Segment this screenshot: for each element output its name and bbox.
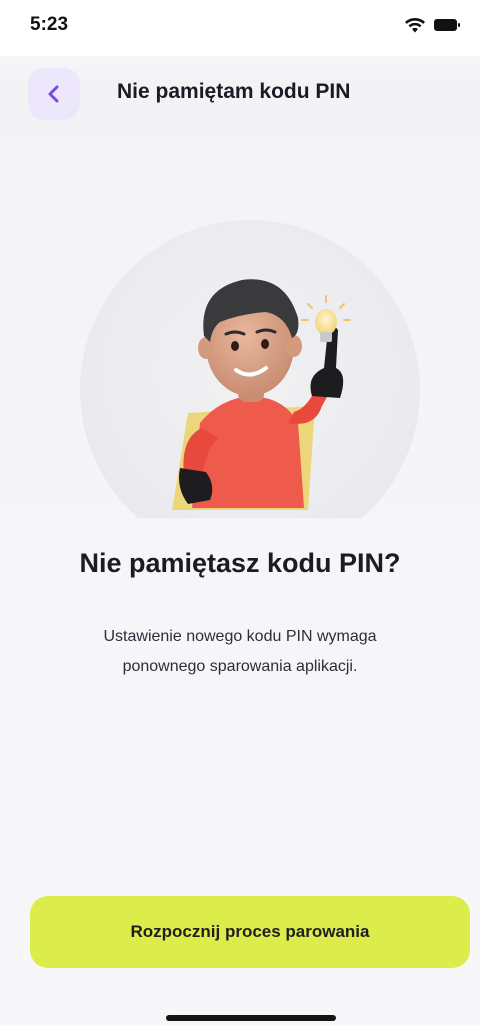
- page-title: Nie pamiętam kodu PIN: [117, 80, 351, 103]
- battery-icon: [434, 19, 460, 31]
- status-time: 5:23: [30, 14, 69, 35]
- screen: 5:23 Nie pamiętam kodu PIN Nie pamiętasz…: [0, 0, 480, 1025]
- character-illustration: [80, 220, 420, 518]
- wifi-icon: [405, 18, 425, 33]
- nav-bar: Nie pamiętam kodu PIN: [0, 56, 480, 132]
- status-bar: 5:23: [0, 0, 480, 56]
- headline: Nie pamiętasz kodu PIN?: [79, 548, 401, 578]
- back-button[interactable]: [28, 68, 80, 120]
- description-line-2: ponownego sparowania aplikacji.: [122, 658, 358, 675]
- start-pairing-button[interactable]: Rozpocznij proces parowania: [30, 896, 470, 968]
- home-indicator: [166, 1015, 336, 1021]
- chevron-left-icon: [48, 85, 59, 103]
- description-line-1: Ustawienie nowego kodu PIN wymaga: [103, 628, 377, 645]
- description: Ustawienie nowego kodu PIN wymaga ponown…: [60, 622, 420, 682]
